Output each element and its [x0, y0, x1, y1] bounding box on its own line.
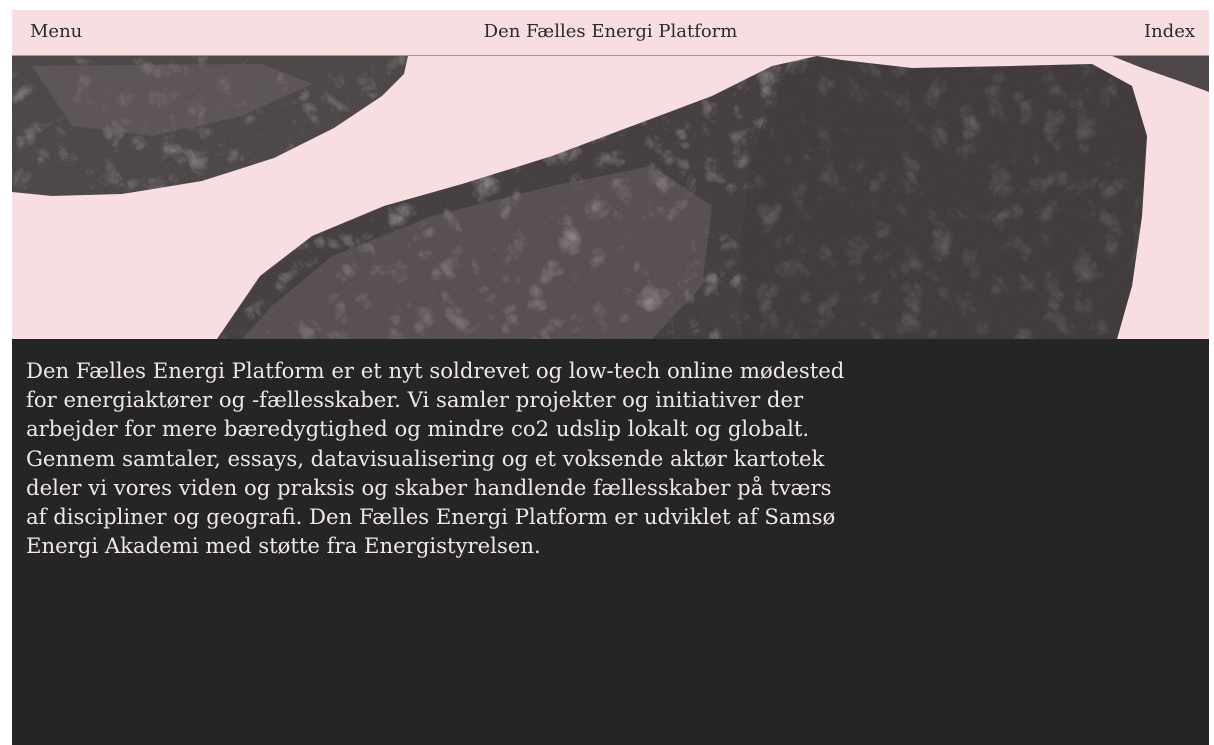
site-title[interactable]: Den Fælles Energi Platform	[12, 21, 1209, 42]
site-header: Menu Den Fælles Energi Platform Index	[12, 10, 1209, 56]
index-link[interactable]: Index	[1144, 21, 1195, 42]
stones-image	[12, 56, 1209, 339]
page-frame: Menu Den Fælles Energi Platform Index De…	[12, 10, 1209, 745]
intro-text: Den Fælles Energi Platform er et nyt sol…	[26, 358, 845, 559]
hero-banner	[12, 56, 1209, 339]
